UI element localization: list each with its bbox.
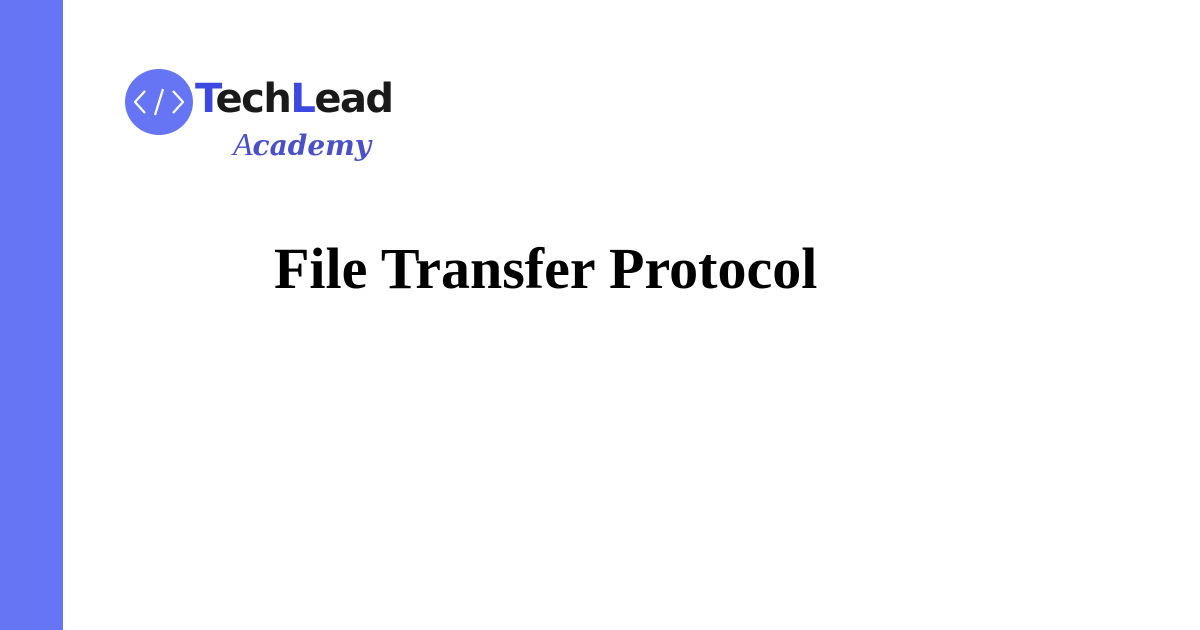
logo-letter-l: L bbox=[290, 76, 316, 122]
page: TechLead Academy File Transfer Protocol bbox=[0, 0, 1200, 630]
side-accent-bar bbox=[0, 0, 63, 630]
page-title: File Transfer Protocol bbox=[274, 236, 818, 301]
code-brackets-icon bbox=[125, 69, 193, 135]
logo-academy: Academy bbox=[233, 125, 371, 165]
logo-academy-rest: cademy bbox=[252, 129, 372, 162]
techlead-academy-logo: TechLead Academy bbox=[125, 69, 425, 169]
logo-badge bbox=[125, 69, 193, 135]
logo-text-ech: ech bbox=[215, 76, 291, 122]
logo-wordmark: TechLead bbox=[195, 71, 394, 127]
logo-academy-initial: A bbox=[233, 126, 253, 162]
logo-letter-t: T bbox=[195, 76, 217, 122]
logo-text-ead: ead bbox=[314, 76, 394, 122]
